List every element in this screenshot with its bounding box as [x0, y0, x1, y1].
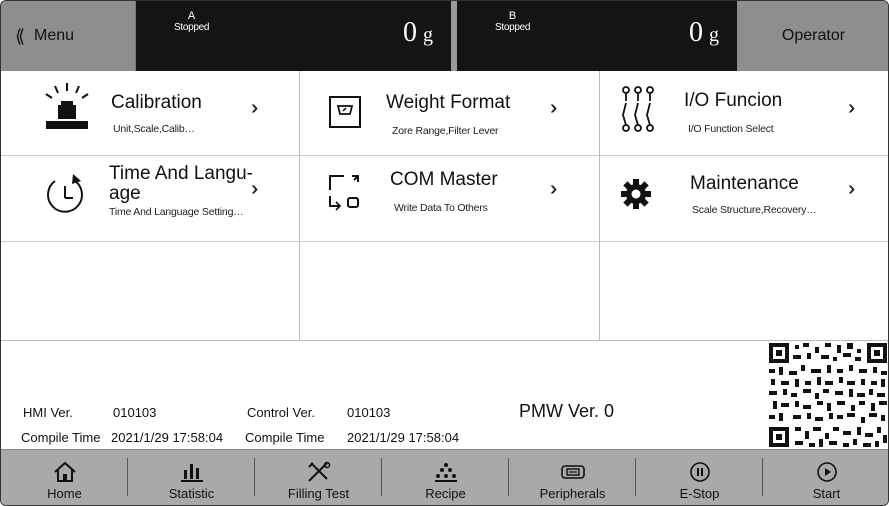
tile-subtitle: Unit,Scale,Calib…: [113, 123, 195, 135]
tile-weight-format[interactable]: Weight Format Zore Range,Filter Lever ››: [300, 71, 599, 155]
tile-empty: [300, 242, 599, 341]
compile-time-label: Compile Time: [21, 430, 101, 445]
chevron-right-icon: ››: [848, 97, 857, 119]
chevron-right-icon: ››: [550, 178, 559, 200]
settings-menu-grid: Calibration Unit,Scale,Calib… ›› Weight …: [1, 71, 888, 341]
nav-home[interactable]: Home: [1, 450, 128, 505]
peripheral-icon: [559, 460, 587, 484]
version-info: HMI Ver. 010103 Control Ver. 010103 PMW …: [1, 341, 888, 449]
tile-title: Calibration: [111, 92, 202, 113]
scale-b-status: Stopped: [495, 22, 531, 33]
nav-label: E-Stop: [679, 486, 720, 501]
scale-a-weight: 0g: [403, 17, 433, 49]
nav-peripherals[interactable]: Peripherals: [509, 450, 636, 505]
tile-subtitle: Zore Range,Filter Lever: [392, 125, 499, 137]
chevron-left-icon: ⟪: [15, 25, 25, 46]
compile-time-value: 2021/1/29 17:58:04: [347, 430, 460, 445]
scale-b-panel[interactable]: B Stopped 0g: [457, 1, 737, 71]
home-icon: [53, 460, 77, 484]
compile-time-label: Compile Time: [245, 430, 325, 445]
tile-title-line2: age: [109, 183, 141, 204]
scale-a-name: A: [187, 10, 196, 22]
hmi-version-label: HMI Ver.: [23, 405, 73, 420]
scale-b-weight-unit: g: [709, 24, 719, 46]
chevron-right-icon: ››: [550, 97, 559, 119]
screen: ⟪ Menu A Stopped 0g B Stopped 0g Operato…: [0, 0, 889, 506]
gear-icon: [621, 179, 651, 209]
tile-empty: [1, 242, 299, 341]
nav-label: Statistic: [168, 486, 215, 501]
tile-maintenance[interactable]: Maintenance Scale Structure,Recovery… ››: [600, 156, 888, 241]
bar-chart-icon: [180, 460, 204, 484]
tile-subtitle: Time And Language Setting…: [109, 206, 244, 218]
recipe-dots-icon: [434, 460, 458, 484]
scale-a-status: Stopped: [174, 22, 210, 33]
nav-label: Recipe: [425, 486, 466, 501]
tile-subtitle: Write Data To Others: [394, 202, 488, 214]
menu-button[interactable]: ⟪ Menu: [1, 1, 136, 71]
hmi-version-value: 010103: [113, 405, 157, 420]
scale-b-weight: 0g: [689, 17, 719, 49]
tile-title: COM Master: [390, 169, 498, 190]
control-version-label: Control Ver.: [247, 405, 315, 420]
tile-title: Weight Format: [386, 92, 511, 113]
nav-label: Start: [812, 486, 841, 501]
chevron-right-icon: ››: [848, 178, 857, 200]
menu-label: Menu: [34, 27, 75, 44]
chevron-right-icon: ››: [251, 97, 260, 119]
tools-icon: [307, 460, 331, 484]
nav-filling-test[interactable]: Filling Test: [255, 450, 382, 505]
pause-circle-icon: [689, 460, 711, 484]
qr-code-icon: [767, 341, 888, 449]
nav-label: Home: [47, 486, 82, 501]
com-transfer-icon: [329, 175, 359, 211]
nav-e-stop[interactable]: E-Stop: [636, 450, 763, 505]
timer-icon: [47, 174, 83, 213]
control-version-value: 010103: [347, 405, 391, 420]
tile-subtitle: Scale Structure,Recovery…: [692, 204, 817, 216]
tile-title: I/O Funcion: [684, 90, 783, 111]
tile-title: Maintenance: [690, 173, 799, 194]
scale-b-weight-value: 0: [689, 17, 703, 48]
nav-label: Peripherals: [539, 486, 606, 501]
top-bar: ⟪ Menu A Stopped 0g B Stopped 0g Operato…: [1, 1, 888, 71]
operator-button[interactable]: Operator: [737, 1, 888, 71]
tile-subtitle: I/O Function Select: [688, 123, 774, 135]
tile-calibration[interactable]: Calibration Unit,Scale,Calib… ››: [1, 71, 299, 155]
tile-time-language[interactable]: Time And Langu- age Time And Language Se…: [1, 156, 299, 241]
scale-a-weight-unit: g: [423, 24, 433, 46]
tile-title-line1: Time And Langu-: [109, 163, 253, 184]
play-circle-icon: [816, 460, 838, 484]
tile-empty: [600, 242, 888, 341]
scale-a-panel[interactable]: A Stopped 0g: [136, 1, 451, 71]
compile-time-value: 2021/1/29 17:58:04: [111, 430, 224, 445]
nav-start[interactable]: Start: [763, 450, 888, 505]
tile-io-function[interactable]: I/O Funcion I/O Function Select ››: [600, 71, 888, 155]
bottom-nav: Home Statistic Filling Test Recipe Perip…: [1, 449, 888, 505]
scale-b-name: B: [508, 10, 517, 22]
io-pins-icon: [622, 86, 654, 132]
tile-com-master[interactable]: COM Master Write Data To Others ››: [300, 156, 599, 241]
scale-a-weight-value: 0: [403, 17, 417, 48]
nav-statistic[interactable]: Statistic: [128, 450, 255, 505]
pmw-version: PMW Ver. 0: [519, 401, 615, 421]
weight-calibration-icon: [45, 83, 89, 129]
chevron-right-icon: ››: [251, 178, 260, 200]
scale-display-icon: [329, 96, 361, 128]
nav-recipe[interactable]: Recipe: [382, 450, 509, 505]
nav-label: Filling Test: [287, 486, 350, 501]
